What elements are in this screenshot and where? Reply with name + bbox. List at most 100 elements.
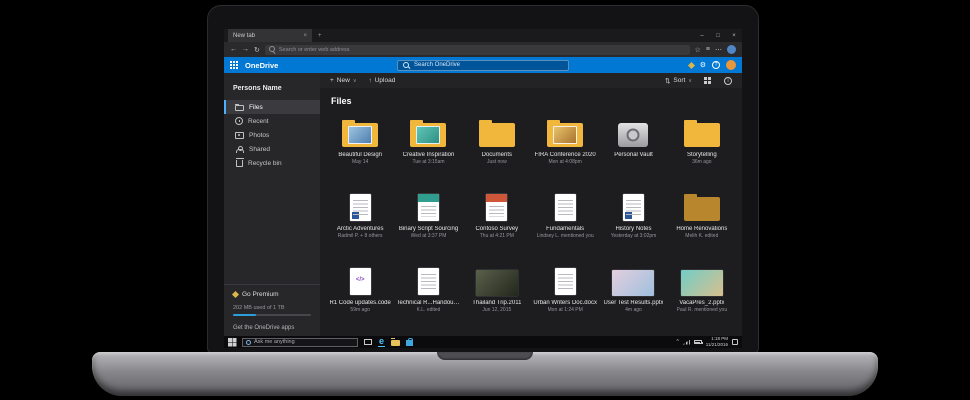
new-tab-button[interactable]: + (312, 29, 328, 42)
browser-avatar[interactable] (727, 45, 736, 54)
file-tile[interactable]: R1 Code updates.code59m ago (326, 258, 394, 332)
sidebar-item-recent[interactable]: Recent (224, 114, 320, 128)
chevron-down-icon: ∨ (352, 77, 357, 84)
sort-button[interactable]: ⇅ Sort ∨ (665, 77, 692, 85)
sidebar-item-label: Files (249, 103, 263, 111)
onedrive-header: OneDrive Search OneDrive ⚙ ? (224, 57, 742, 73)
vault-icon (618, 123, 649, 147)
sort-icon: ⇅ (664, 77, 671, 85)
account-avatar[interactable] (726, 60, 736, 70)
file-name: History Notes (615, 226, 652, 232)
file-tile[interactable]: User Test Results.pptx 4m ago (599, 258, 667, 332)
battery-icon[interactable] (693, 340, 703, 344)
refresh-icon[interactable]: ↻ (254, 46, 260, 54)
file-tile[interactable]: Thailand Trip.2011 Jun 12, 2015 (463, 258, 531, 332)
taskbar-clock[interactable]: 1:18 PM 11/21/2016 (706, 336, 728, 347)
edge-icon[interactable]: e (378, 337, 386, 347)
app-launcher-icon[interactable] (230, 60, 239, 70)
file-tile[interactable]: Binary Script Sourcing Wed at 3:37 PM (394, 184, 462, 258)
file-tile[interactable]: FIRA Conference 2020 Mon at 4:08pm (531, 110, 599, 184)
back-icon[interactable]: ← (230, 46, 237, 53)
browser-tab[interactable]: New tab × (228, 29, 312, 42)
info-icon[interactable]: i (724, 76, 732, 85)
upload-label: Upload (374, 77, 396, 84)
hub-icon[interactable]: ≡ (706, 46, 710, 53)
doc-banner (486, 193, 508, 202)
file-meta: Wed at 3:37 PM (410, 233, 447, 239)
files-grid: Beautiful Design May 14 Creative Inspirati… (320, 108, 742, 336)
address-input[interactable]: Search or enter web address (264, 44, 690, 55)
onedrive-search-input[interactable]: Search OneDrive (397, 59, 569, 71)
file-tile[interactable]: Home Renovations Melih K. edited (668, 184, 736, 258)
maximize-icon[interactable]: □ (710, 29, 726, 42)
taskbar-search-input[interactable]: Ask me anything (242, 337, 358, 347)
store-icon[interactable] (406, 337, 414, 346)
new-button[interactable]: + New ∨ (330, 77, 356, 84)
file-icon-wrap (486, 191, 508, 223)
file-icon-wrap (410, 117, 447, 149)
windows-taskbar: Ask me anything e ^ 1:18 PM 11/21/2016 (224, 336, 742, 348)
gear-icon[interactable]: ⚙ (700, 61, 706, 69)
file-tile[interactable]: History Notes Yesterday at 3:02pm (599, 184, 667, 258)
tab-close-icon[interactable]: × (303, 33, 307, 39)
close-icon[interactable]: × (726, 29, 742, 42)
file-meta: Tue at 3:15am (412, 159, 445, 165)
file-icon-wrap (683, 191, 720, 223)
file-name: Technical R...Handout.pptx (396, 300, 461, 306)
more-icon[interactable]: ⋯ (715, 46, 722, 54)
sidebar-footer: Go Premium 202 MB used of 1 TB Get the O… (224, 284, 320, 331)
file-tile[interactable]: Fundamentals Lindsey L. mentioned you (531, 184, 599, 258)
get-apps-link[interactable]: Get the OneDrive apps (233, 325, 311, 331)
start-button[interactable] (228, 338, 236, 346)
address-placeholder: Search or enter web address (278, 46, 350, 53)
file-tile[interactable]: Personal Vault (599, 110, 667, 184)
clock-icon (235, 117, 243, 125)
file-icon-wrap (680, 265, 723, 297)
grid-view-icon[interactable] (704, 76, 712, 85)
file-tile[interactable]: Documents Just now (463, 110, 531, 184)
go-premium-link[interactable]: Go Premium (231, 290, 311, 299)
sidebar-item-files[interactable]: Files (224, 100, 320, 114)
file-meta: Melih K. edited (685, 233, 719, 239)
file-meta: 4m ago (625, 307, 642, 313)
file-explorer-icon[interactable] (391, 337, 401, 346)
laptop-bezel: New tab × + – □ × ← → ↻ Search or enter … (207, 5, 759, 354)
folder-icon (683, 194, 720, 221)
go-premium-label: Go Premium (242, 291, 279, 298)
file-meta: Mon at 1:24 PM (547, 307, 583, 313)
upload-button[interactable]: ↑ Upload (368, 77, 395, 84)
file-tile[interactable]: Arctic Adventures Radmil P. + 8 others (326, 184, 394, 258)
doc-icon (554, 193, 576, 221)
sidebar-item-photos[interactable]: Photos (224, 128, 320, 142)
search-icon (403, 61, 410, 69)
file-tile[interactable]: Beautiful Design May 14 (326, 110, 394, 184)
file-tile[interactable]: Storytelling 36m ago (668, 110, 736, 184)
chevron-down-icon: ∨ (688, 77, 692, 84)
app-title: OneDrive (245, 60, 279, 70)
file-name: Creative Inspiration (402, 152, 455, 158)
file-meta: Radmil P. + 8 others (337, 233, 383, 239)
action-center-icon[interactable] (732, 339, 738, 345)
tab-title: New tab (233, 32, 256, 39)
search-icon (268, 46, 276, 53)
file-tile[interactable]: VacaPres_2.pptx Paul R. mentioned you (668, 258, 736, 332)
file-tile[interactable]: Technical R...Handout.pptxK.L. edited (394, 258, 462, 332)
file-name: VacaPres_2.pptx (679, 300, 725, 306)
minimize-icon[interactable]: – (694, 29, 710, 42)
premium-icon[interactable] (687, 61, 695, 69)
help-icon[interactable]: ? (712, 61, 720, 69)
file-meta: May 14 (351, 159, 369, 165)
file-tile[interactable]: Creative Inspiration Tue at 3:15am (394, 110, 462, 184)
network-icon[interactable] (682, 339, 690, 345)
sidebar-item-recycle-bin[interactable]: Recycle bin (224, 156, 320, 170)
file-icon-wrap (475, 265, 518, 297)
file-tile[interactable]: Contoso Survey Thu at 4:21 PM (463, 184, 531, 258)
task-view-icon[interactable] (364, 339, 372, 345)
forward-icon[interactable]: → (242, 46, 249, 53)
file-tile[interactable]: Urban Writers Doc.docx Mon at 1:24 PM (531, 258, 599, 332)
sidebar-item-shared[interactable]: Shared (224, 142, 320, 156)
folder-icon (478, 120, 515, 147)
premium-diamond-icon (231, 290, 240, 299)
tray-chevron-icon[interactable]: ^ (676, 339, 678, 345)
favorite-star-icon[interactable]: ☆ (695, 46, 701, 54)
